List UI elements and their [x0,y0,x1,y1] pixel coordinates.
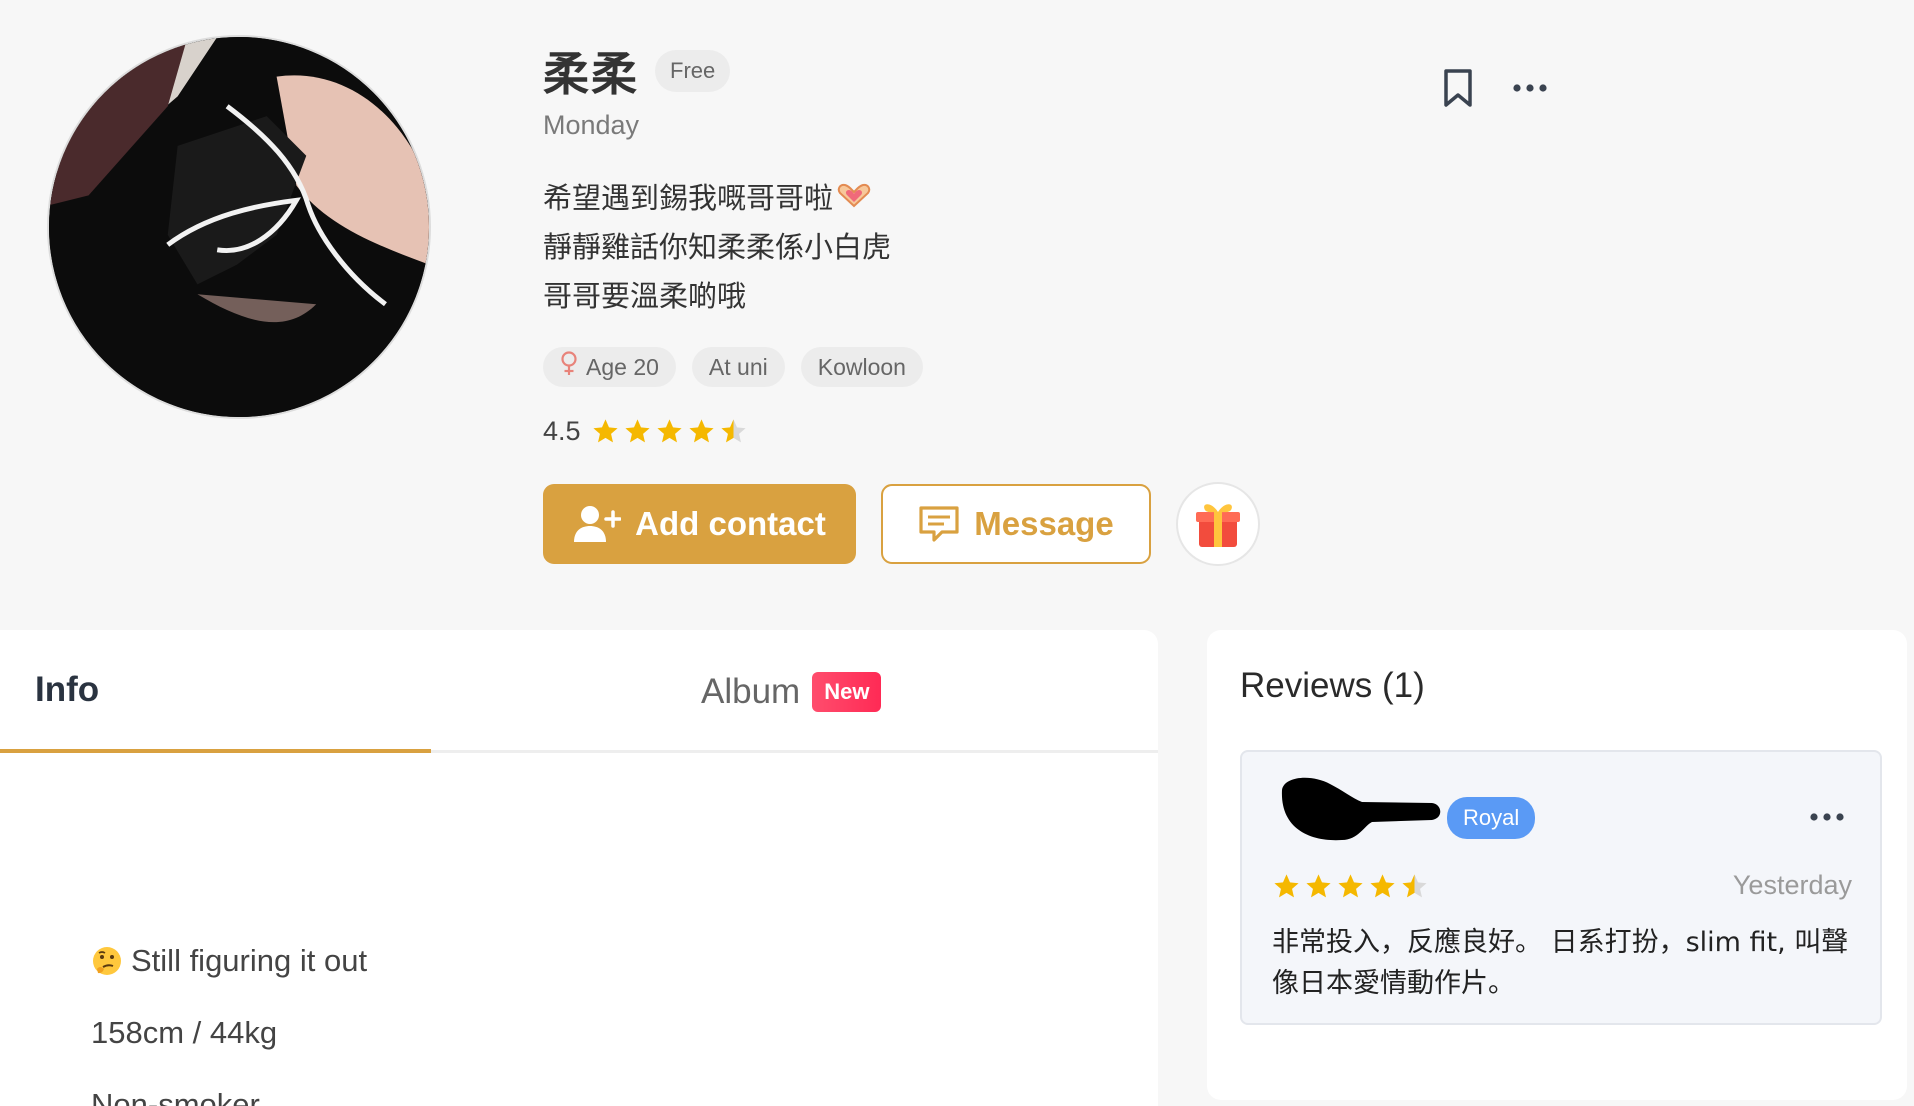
tag-label: Age 20 [586,353,659,380]
profile-tags: Age 20 At uni Kowloon [543,347,923,387]
tab-info[interactable]: Info [0,630,431,753]
info-item-relationship: Still figuring it out [91,925,367,997]
thinking-emoji-icon [93,947,121,975]
profile-toolbar [1442,68,1548,108]
message-label: Message [974,505,1114,542]
tab-album-label: Album [701,671,801,711]
info-list: Still figuring it out 158cm / 44kg Non-s… [91,925,367,1106]
tag-age: Age 20 [543,347,676,387]
star-icon [592,419,618,443]
rating-stars [591,417,748,446]
gift-icon [1196,504,1240,547]
tier-badge: Free [655,50,731,92]
heart-hands-emoji-icon [837,174,871,223]
star-icon [1338,874,1363,898]
star-icon [1370,874,1395,898]
star-icon [624,419,650,443]
message-icon [919,506,959,542]
profile-rating: 4.5 [543,416,748,447]
star-icon [1274,874,1299,898]
reviews-panel: Reviews (1) Royal Yesterday 非常投入，反應良好。 日… [1207,630,1907,1100]
female-icon [560,351,578,383]
profile-actions: Add contact Message [543,482,1260,566]
review-date: Yesterday [1732,870,1852,900]
reviewer-avatar-redacted [1281,777,1441,841]
royal-badge: Royal [1447,797,1536,839]
tag-status: At uni [691,347,785,387]
profile-subtitle: Monday [543,110,640,140]
bio-line-3: 哥哥要溫柔啲哦 [543,279,747,313]
review-text: 非常投入，反應良好。 日系打扮，slim fit, 叫聲像日本愛情動作片。 [1272,927,1849,999]
gift-button[interactable] [1176,482,1260,566]
tag-label: At uni [708,353,768,380]
tab-info-label: Info [35,669,100,709]
info-panel: Info Album New Still figuring it out 158… [0,630,1158,1106]
review-card: Royal Yesterday 非常投入，反應良好。 日系打扮，slim fit… [1240,750,1882,1025]
tag-location: Kowloon [800,347,923,387]
more-icon[interactable] [1512,83,1548,93]
review-more-icon[interactable] [1809,812,1845,822]
info-item-body: 158cm / 44kg [91,997,367,1069]
profile-tabs: Info Album New [0,630,1158,753]
tag-label: Kowloon [817,353,906,380]
star-icon [1306,874,1331,898]
profile-header: 柔柔 Free [543,38,731,104]
add-user-icon [574,506,622,542]
new-badge: New [812,671,882,712]
reviews-title: Reviews (1) [1240,666,1425,705]
star-icon [688,419,714,443]
tab-album[interactable]: Album New [431,630,882,753]
review-rating-stars [1272,872,1429,901]
info-item-label: Still figuring it out [131,943,368,978]
message-button[interactable]: Message [881,484,1151,564]
info-item-smoking: Non-smoker [91,1069,367,1106]
info-item-label: Non-smoker [91,1087,260,1106]
profile-bio: 希望遇到錫我嘅哥哥啦 靜靜雞話你知柔柔係小白虎 哥哥要溫柔啲哦 [543,174,891,321]
bio-line-1: 希望遇到錫我嘅哥哥啦 [543,181,834,215]
profile-avatar[interactable] [47,35,431,419]
half-star-icon [720,419,746,443]
half-star-icon [1402,874,1427,898]
info-item-label: 158cm / 44kg [91,1015,278,1050]
bookmark-icon[interactable] [1442,68,1474,108]
add-contact-button[interactable]: Add contact [543,484,856,564]
bio-line-2: 靜靜雞話你知柔柔係小白虎 [543,230,892,264]
profile-name: 柔柔 [543,47,639,101]
star-icon [656,419,682,443]
rating-value: 4.5 [543,416,581,446]
avatar-photo [49,37,429,417]
add-contact-label: Add contact [635,505,826,542]
